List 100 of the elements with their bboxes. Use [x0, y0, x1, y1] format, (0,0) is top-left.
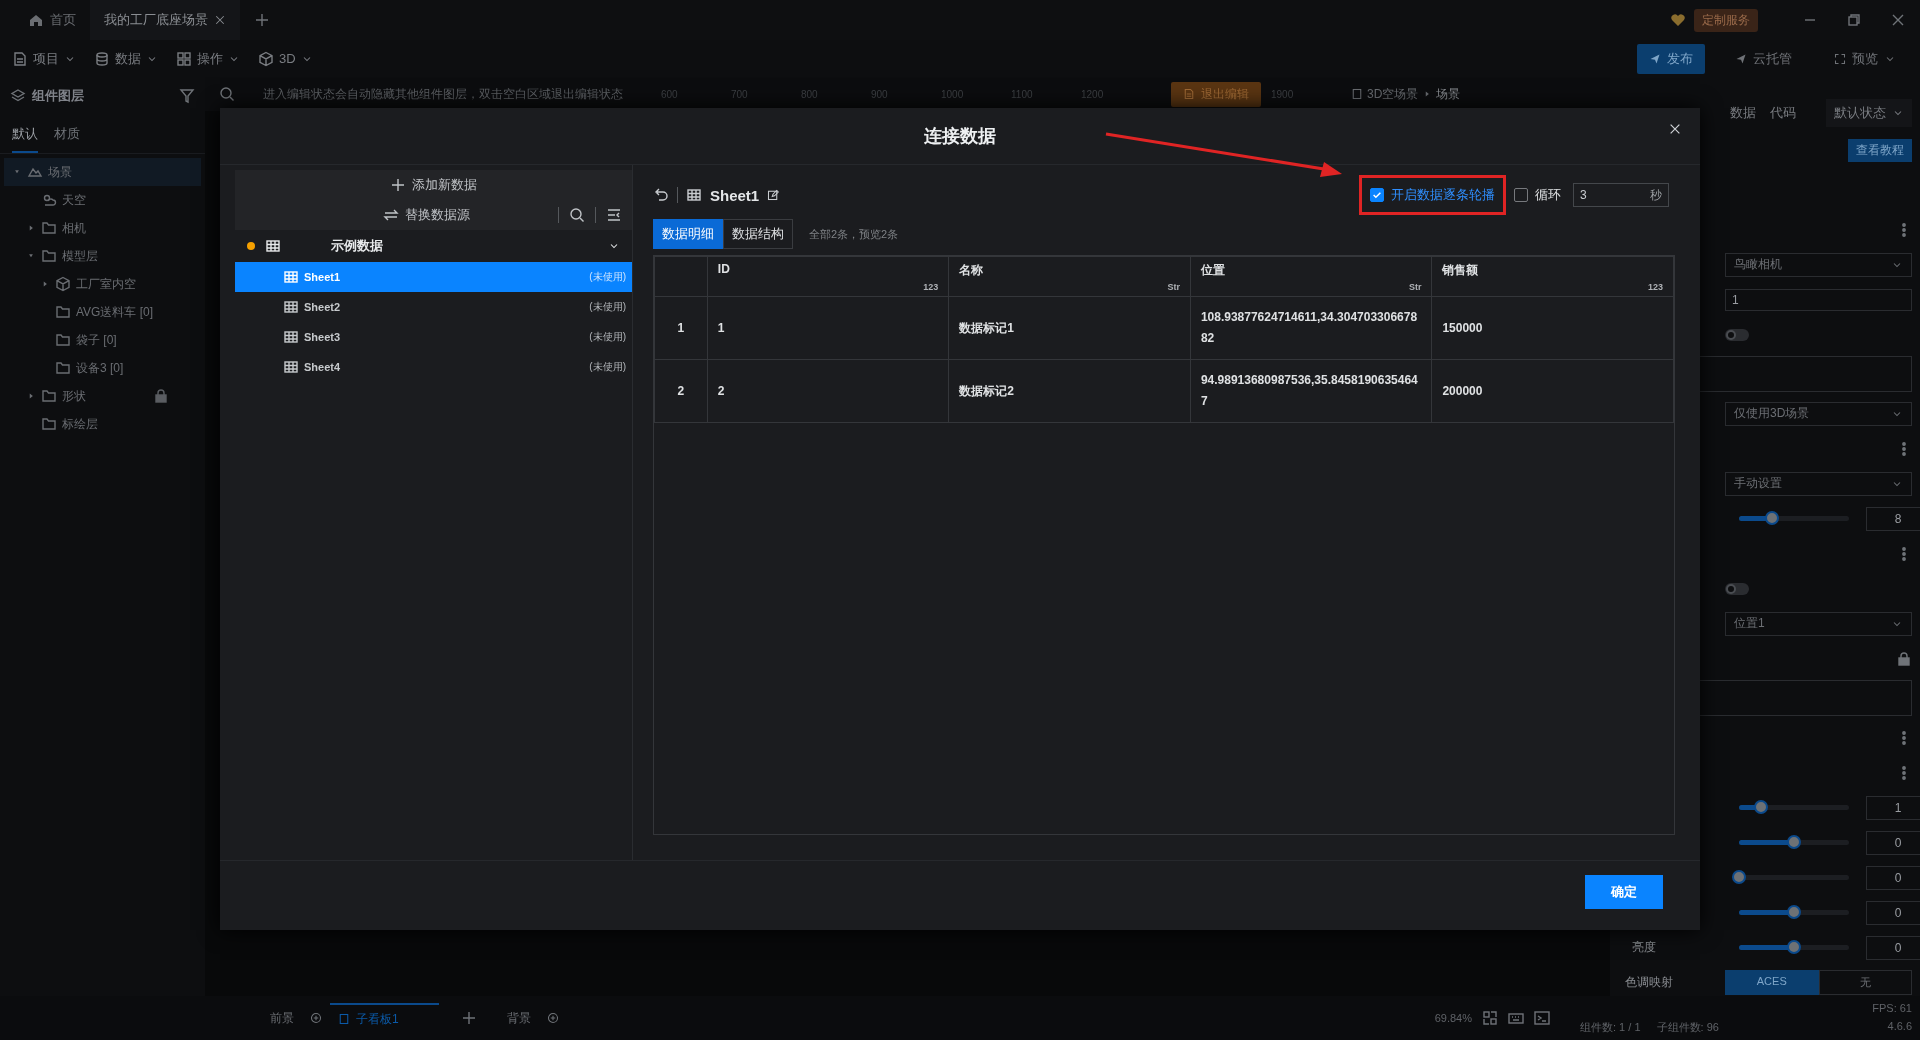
layer-label: 工厂室内空: [76, 275, 136, 293]
number-field[interactable]: 1: [1866, 795, 1920, 820]
version-text: 4.6.6: [1887, 1019, 1912, 1034]
board-tab[interactable]: 子看板1: [330, 1002, 439, 1034]
layer-item[interactable]: 形状: [4, 382, 201, 410]
close-icon[interactable]: [1668, 122, 1682, 136]
filter-icon[interactable]: [179, 88, 195, 104]
state-dropdown[interactable]: 默认状态: [1826, 99, 1912, 127]
data-source-item[interactable]: 示例数据: [235, 230, 632, 262]
panel-tab[interactable]: 代码: [1770, 104, 1796, 122]
edit-icon[interactable]: [767, 189, 780, 201]
dropdown[interactable]: 手动设置: [1725, 471, 1912, 496]
breadcrumb-link[interactable]: 场景: [1436, 85, 1461, 103]
lock-icon[interactable]: [1896, 650, 1912, 667]
sheet-item[interactable]: Sheet1 (未使用): [235, 262, 632, 292]
interval-field[interactable]: 3 秒: [1573, 183, 1669, 207]
view-tab[interactable]: 数据明细: [653, 219, 723, 249]
menu-button[interactable]: 项目: [12, 49, 76, 68]
number-field[interactable]: 0: [1866, 935, 1920, 960]
app-tab[interactable]: 首页: [14, 0, 90, 40]
folder-icon: [41, 416, 57, 432]
component-count: 组件数: 1 / 1: [1580, 1019, 1641, 1035]
add-icon[interactable]: [310, 1012, 322, 1024]
tutorial-button[interactable]: 查看教程: [1848, 139, 1912, 162]
fit-icon[interactable]: [1482, 1010, 1498, 1026]
sheet-item[interactable]: Sheet2 (未使用): [235, 292, 632, 322]
slider-thumb[interactable]: [1754, 800, 1768, 814]
search-icon[interactable]: [569, 207, 585, 223]
add-icon[interactable]: [546, 1012, 559, 1024]
toggle-switch[interactable]: [1725, 328, 1749, 341]
confirm-button[interactable]: 确定: [1585, 875, 1663, 909]
toggle-switch[interactable]: [1725, 582, 1749, 595]
heart-icon: [1670, 12, 1686, 28]
segment-option[interactable]: ACES: [1725, 970, 1819, 995]
dropdown-value: 手动设置: [1734, 475, 1782, 492]
layer-item[interactable]: 相机: [4, 214, 201, 242]
cloud-hosting-button[interactable]: 云托管: [1723, 43, 1804, 74]
layer-item[interactable]: 设备3 [0]: [4, 354, 201, 382]
slider-thumb[interactable]: [1765, 511, 1779, 525]
checkbox[interactable]: [1514, 188, 1528, 202]
lock-icon[interactable]: [153, 388, 169, 404]
menu-button[interactable]: 数据: [94, 49, 158, 68]
board-icon: [338, 1013, 350, 1025]
dropdown[interactable]: 仅使用3D场景: [1725, 401, 1912, 426]
undo-icon[interactable]: [653, 187, 669, 203]
layer-item[interactable]: 袋子 [0]: [4, 326, 201, 354]
keyboard-icon[interactable]: [1508, 1010, 1524, 1026]
add-board-icon[interactable]: [460, 1010, 477, 1026]
layer-item[interactable]: AVG送料车 [0]: [4, 298, 201, 326]
add-data-button[interactable]: 添加新数据: [235, 170, 632, 200]
usage-status: (未使用): [589, 270, 626, 284]
checkbox-label: 循环: [1535, 186, 1561, 204]
number-field[interactable]: 0: [1866, 830, 1920, 855]
board-tab[interactable]: 前景: [262, 1003, 302, 1033]
publish-button[interactable]: 发布: [1637, 43, 1705, 74]
add-tab-icon[interactable]: [254, 12, 270, 28]
number-field[interactable]: 0: [1866, 865, 1920, 890]
custom-service-button[interactable]: 定制服务: [1694, 8, 1758, 32]
dropdown[interactable]: 位置1: [1725, 611, 1912, 636]
slider-thumb[interactable]: [1787, 905, 1801, 919]
layer-item[interactable]: 场景: [4, 158, 201, 186]
search-icon[interactable]: [219, 86, 235, 102]
segment-option[interactable]: 无: [1818, 970, 1912, 995]
slider-thumb[interactable]: [1787, 835, 1801, 849]
column-header: 销售额: [1442, 261, 1479, 279]
number-field[interactable]: 8: [1866, 506, 1920, 531]
checkbox[interactable]: [1370, 188, 1384, 202]
sheet-item[interactable]: Sheet3 (未使用): [235, 322, 632, 352]
plus-icon: [390, 177, 406, 193]
slider-thumb[interactable]: [1787, 940, 1801, 954]
restore-icon[interactable]: [1846, 12, 1862, 28]
table-icon: [686, 187, 702, 203]
folder-icon: [55, 304, 71, 320]
unit-label: 秒: [1650, 186, 1662, 204]
preview-button[interactable]: 预览: [1822, 43, 1908, 74]
close-icon[interactable]: [214, 14, 226, 26]
panel-tab[interactable]: 数据: [1730, 104, 1756, 122]
input-field[interactable]: 1: [1725, 288, 1912, 311]
layer-tab[interactable]: 默认: [12, 121, 38, 153]
list-icon[interactable]: [606, 207, 622, 223]
menu-button[interactable]: 操作: [176, 49, 240, 68]
table-cell: 94.98913680987536,35.84581906354647: [1190, 359, 1432, 423]
sheet-item[interactable]: Sheet4 (未使用): [235, 352, 632, 382]
view-tab[interactable]: 数据结构: [723, 219, 793, 249]
board-tab[interactable]: 背景: [498, 1003, 539, 1033]
breadcrumb-link[interactable]: 3D空场景: [1367, 85, 1419, 103]
layer-tab[interactable]: 材质: [54, 121, 80, 153]
layer-item[interactable]: 模型层: [4, 242, 201, 270]
layer-item[interactable]: 标绘层: [4, 410, 201, 438]
folder-icon: [55, 332, 71, 348]
layer-item[interactable]: 天空: [4, 186, 201, 214]
menu-button[interactable]: 3D: [258, 50, 313, 67]
layer-label: 天空: [62, 191, 86, 209]
terminal-icon[interactable]: [1534, 1010, 1550, 1026]
app-tab[interactable]: 我的工厂底座场景: [90, 0, 240, 40]
slider-thumb[interactable]: [1732, 870, 1746, 884]
table-cell: 数据标记2: [948, 359, 1191, 423]
dropdown[interactable]: 鸟瞰相机: [1725, 252, 1912, 277]
number-field[interactable]: 0: [1866, 900, 1920, 925]
layer-item[interactable]: 工厂室内空: [4, 270, 201, 298]
